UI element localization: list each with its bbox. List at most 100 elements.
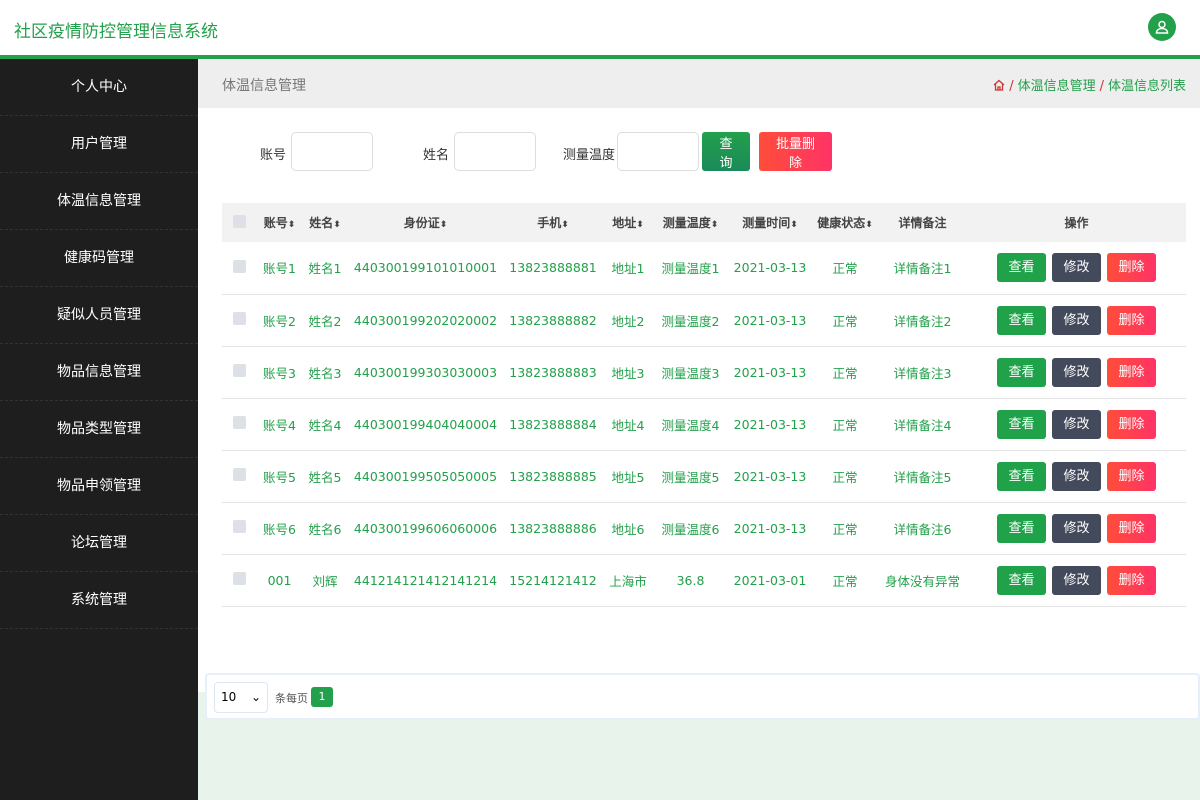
edit-button[interactable]: 修改	[1052, 462, 1101, 491]
column-header[interactable]: 地址⬍	[603, 203, 653, 242]
row-checkbox[interactable]	[233, 416, 246, 429]
view-button[interactable]: 查看	[997, 253, 1046, 282]
sidebar-item[interactable]: 物品类型管理	[0, 401, 198, 458]
breadcrumb: /体温信息管理/体温信息列表	[993, 75, 1186, 94]
table-cell: 正常	[812, 294, 878, 346]
column-header[interactable]: 手机⬍	[503, 203, 603, 242]
column-header[interactable]: 健康状态⬍	[812, 203, 878, 242]
table-cell: 姓名3	[302, 346, 348, 398]
page-title: 体温信息管理	[222, 75, 306, 95]
account-input[interactable]	[291, 132, 373, 171]
view-button[interactable]: 查看	[997, 462, 1046, 491]
column-header[interactable]: 测量时间⬍	[728, 203, 812, 242]
delete-button[interactable]: 删除	[1107, 358, 1156, 387]
table-cell: 2021-03-13	[728, 346, 812, 398]
row-checkbox-cell[interactable]	[222, 502, 257, 554]
query-button[interactable]: 查询	[702, 132, 750, 171]
breadcrumb-item: 体温信息列表	[1108, 79, 1186, 94]
delete-button[interactable]: 删除	[1107, 514, 1156, 543]
sidebar: 个人中心用户管理体温信息管理健康码管理疑似人员管理物品信息管理物品类型管理物品申…	[0, 59, 198, 800]
edit-button[interactable]: 修改	[1052, 566, 1101, 595]
sidebar-item[interactable]: 用户管理	[0, 116, 198, 173]
table-cell: 正常	[812, 242, 878, 294]
edit-button[interactable]: 修改	[1052, 514, 1101, 543]
edit-button[interactable]: 修改	[1052, 306, 1101, 335]
table-cell: 测量温度5	[653, 450, 728, 502]
sidebar-item[interactable]: 个人中心	[0, 59, 198, 116]
row-checkbox-cell[interactable]	[222, 450, 257, 502]
table-cell: 测量温度1	[653, 242, 728, 294]
actions-cell: 查看修改删除	[967, 294, 1186, 346]
temperature-label: 测量温度	[563, 144, 615, 163]
app-title: 社区疫情防控管理信息系统	[14, 17, 218, 42]
table-cell: 2021-03-01	[728, 554, 812, 606]
sidebar-item[interactable]: 物品申领管理	[0, 458, 198, 515]
edit-button[interactable]: 修改	[1052, 410, 1101, 439]
temperature-input[interactable]	[617, 132, 699, 171]
row-checkbox-cell[interactable]	[222, 242, 257, 294]
table-cell: 地址3	[603, 346, 653, 398]
column-header[interactable]: 账号⬍	[257, 203, 302, 242]
row-checkbox[interactable]	[233, 520, 246, 533]
sidebar-item[interactable]: 物品信息管理	[0, 344, 198, 401]
table-cell: 账号1	[257, 242, 302, 294]
row-checkbox[interactable]	[233, 364, 246, 377]
view-button[interactable]: 查看	[997, 514, 1046, 543]
column-header[interactable]: 姓名⬍	[302, 203, 348, 242]
row-checkbox[interactable]	[233, 260, 246, 273]
row-checkbox[interactable]	[233, 572, 246, 585]
delete-button[interactable]: 删除	[1107, 410, 1156, 439]
sidebar-item[interactable]: 疑似人员管理	[0, 287, 198, 344]
table-cell: 13823888885	[503, 450, 603, 502]
table-cell: 440300199606060006	[348, 502, 503, 554]
page-size-value: 10	[221, 690, 236, 704]
per-page-label: 条每页	[275, 690, 308, 706]
table-cell: 姓名4	[302, 398, 348, 450]
actions-cell: 查看修改删除	[967, 398, 1186, 450]
view-button[interactable]: 查看	[997, 566, 1046, 595]
sidebar-item[interactable]: 健康码管理	[0, 230, 198, 287]
delete-button[interactable]: 删除	[1107, 566, 1156, 595]
table-row: 账号5姓名544030019950505000513823888885地址5测量…	[222, 450, 1186, 502]
table-cell: 详情备注6	[878, 502, 967, 554]
delete-button[interactable]: 删除	[1107, 253, 1156, 282]
home-icon[interactable]	[993, 79, 1005, 91]
table-cell: 13823888884	[503, 398, 603, 450]
table-cell: 001	[257, 554, 302, 606]
delete-button[interactable]: 删除	[1107, 306, 1156, 335]
table-cell: 身体没有异常	[878, 554, 967, 606]
sidebar-item[interactable]: 体温信息管理	[0, 173, 198, 230]
view-button[interactable]: 查看	[997, 410, 1046, 439]
select-all-checkbox[interactable]	[222, 203, 257, 242]
column-header[interactable]: 测量温度⬍	[653, 203, 728, 242]
chevron-down-icon: ⌄	[251, 683, 261, 712]
delete-button[interactable]: 删除	[1107, 462, 1156, 491]
table-cell: 440300199101010001	[348, 242, 503, 294]
sort-icon: ⬍	[561, 220, 569, 230]
batch-delete-button[interactable]: 批量删除	[759, 132, 832, 171]
row-checkbox-cell[interactable]	[222, 294, 257, 346]
name-input[interactable]	[454, 132, 536, 171]
view-button[interactable]: 查看	[997, 358, 1046, 387]
table-cell: 13823888881	[503, 242, 603, 294]
user-avatar[interactable]	[1148, 13, 1176, 41]
table-cell: 正常	[812, 346, 878, 398]
user-icon	[1154, 19, 1170, 35]
row-checkbox-cell[interactable]	[222, 398, 257, 450]
main: 体温信息管理 /体温信息管理/体温信息列表 账号 姓名 测量温度 查询 批量删除…	[198, 59, 1200, 692]
table-cell: 测量温度3	[653, 346, 728, 398]
sidebar-item[interactable]: 系统管理	[0, 572, 198, 629]
table-cell: 详情备注5	[878, 450, 967, 502]
page-size-select[interactable]: 10 ⌄	[214, 682, 268, 713]
edit-button[interactable]: 修改	[1052, 358, 1101, 387]
column-header[interactable]: 身份证⬍	[348, 203, 503, 242]
row-checkbox[interactable]	[233, 312, 246, 325]
edit-button[interactable]: 修改	[1052, 253, 1101, 282]
row-checkbox-cell[interactable]	[222, 346, 257, 398]
row-checkbox-cell[interactable]	[222, 554, 257, 606]
breadcrumb-item[interactable]: 体温信息管理	[1018, 79, 1096, 94]
view-button[interactable]: 查看	[997, 306, 1046, 335]
sidebar-item[interactable]: 论坛管理	[0, 515, 198, 572]
row-checkbox[interactable]	[233, 468, 246, 481]
page-button-1[interactable]: 1	[311, 687, 333, 707]
